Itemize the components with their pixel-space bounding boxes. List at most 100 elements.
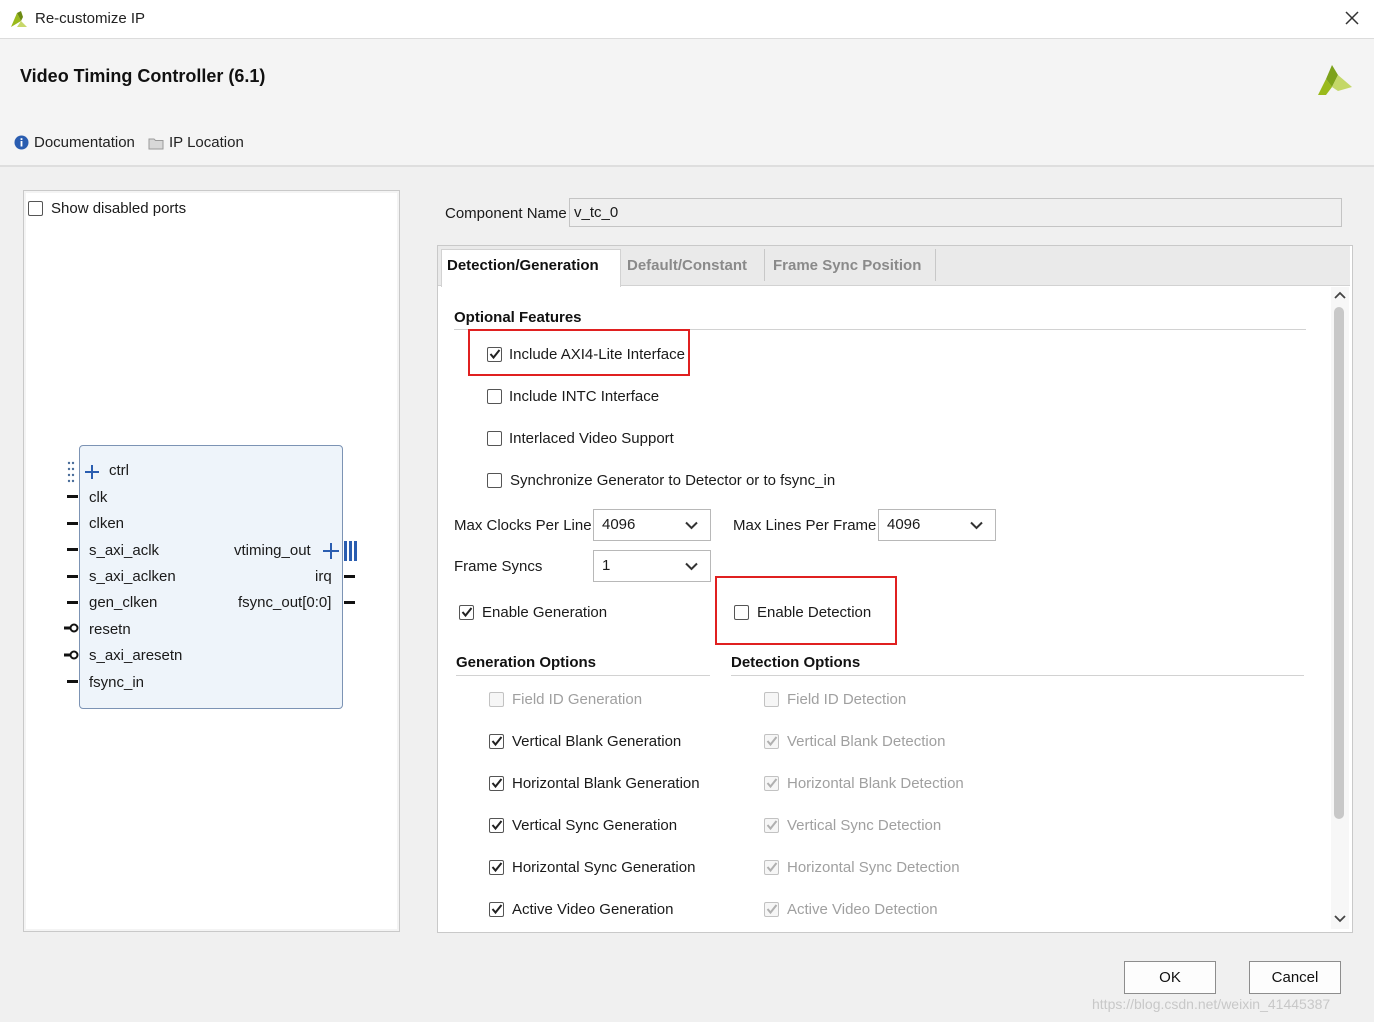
- tab-default-constant[interactable]: Default/Constant: [627, 257, 747, 274]
- synchronize-generator-label: Synchronize Generator to Detector or to …: [510, 472, 836, 489]
- horizontal-sync-generation-checkbox[interactable]: [489, 860, 504, 875]
- watermark-text: https://blog.csdn.net/weixin_41445387: [1092, 996, 1331, 1012]
- ip-name: Video Timing Controller (6.1): [20, 66, 266, 86]
- checkmark-icon: [491, 862, 503, 873]
- vertical-sync-generation-checkbox[interactable]: [489, 818, 504, 833]
- show-disabled-ports-label: Show disabled ports: [51, 200, 187, 217]
- vertical-blank-detection-checkbox[interactable]: [764, 734, 779, 749]
- vertical-sync-detection-label: Vertical Sync Detection: [787, 817, 942, 834]
- chevron-down-icon: [970, 521, 983, 530]
- max-clocks-select[interactable]: 4096: [593, 509, 711, 541]
- frame-syncs-label: Frame Syncs: [454, 558, 543, 575]
- xilinx-logo-icon: [1318, 65, 1352, 95]
- checkmark-icon: [491, 820, 503, 831]
- horizontal-sync-detection-checkbox[interactable]: [764, 860, 779, 875]
- checkmark-icon: [766, 736, 778, 747]
- horizontal-blank-detection-checkbox[interactable]: [764, 776, 779, 791]
- interlaced-video-label: Interlaced Video Support: [509, 430, 674, 447]
- pin-fsync-out: [344, 601, 355, 604]
- port-vtiming-out: vtiming_out: [234, 542, 311, 559]
- active-video-generation-label: Active Video Generation: [512, 901, 674, 918]
- pin-gen-clken: [67, 601, 78, 604]
- active-low-pin-icon: [64, 650, 79, 660]
- vivado-logo-icon: [11, 11, 27, 27]
- enable-generation-label: Enable Generation: [482, 604, 608, 621]
- frame-syncs-select[interactable]: 1: [593, 550, 711, 582]
- tab-divider: [764, 249, 765, 281]
- port-s-axi-aclk: s_axi_aclk: [89, 542, 160, 559]
- field-id-generation-checkbox[interactable]: [489, 692, 504, 707]
- horizontal-blank-detection-label: Horizontal Blank Detection: [787, 775, 964, 792]
- frame-syncs-value: 1: [602, 557, 611, 574]
- window-title: Re-customize IP: [35, 10, 146, 27]
- interface-dots-icon: [67, 461, 75, 483]
- field-id-detection-checkbox[interactable]: [764, 692, 779, 707]
- section-divider: [456, 675, 710, 676]
- port-s-axi-aresetn: s_axi_aresetn: [89, 647, 183, 664]
- checkmark-icon: [491, 904, 503, 915]
- bus-interface-icon[interactable]: [322, 541, 358, 561]
- show-disabled-ports-checkbox[interactable]: [28, 201, 43, 216]
- port-fsync-in: fsync_in: [89, 674, 145, 691]
- pin-irq: [344, 575, 355, 578]
- port-fsync-out: fsync_out[0:0]: [238, 594, 332, 611]
- field-id-detection-label: Field ID Detection: [787, 691, 907, 708]
- checkmark-icon: [766, 778, 778, 789]
- enable-generation-checkbox[interactable]: [459, 605, 474, 620]
- port-resetn: resetn: [89, 621, 131, 638]
- field-id-generation-label: Field ID Generation: [512, 691, 643, 708]
- optional-features-title: Optional Features: [454, 309, 582, 326]
- folder-icon: [148, 138, 164, 150]
- pin-s-axi-aclk: [67, 548, 78, 551]
- chevron-down-icon: [685, 521, 698, 530]
- include-axi4-lite-checkbox[interactable]: [487, 347, 502, 362]
- ip-header: Video Timing Controller (6.1) Documentat…: [0, 39, 1374, 167]
- synchronize-generator-checkbox[interactable]: [487, 473, 502, 488]
- title-bar: Re-customize IP: [0, 0, 1374, 39]
- port-s-axi-aclken: s_axi_aclken: [89, 568, 176, 585]
- pin-clken: [67, 522, 78, 525]
- cancel-button[interactable]: Cancel: [1249, 961, 1341, 994]
- documentation-label: Documentation: [34, 134, 135, 151]
- vertical-sync-detection-checkbox[interactable]: [764, 818, 779, 833]
- section-divider: [731, 675, 1304, 676]
- detection-options-title: Detection Options: [731, 654, 861, 671]
- max-clocks-value: 4096: [602, 516, 636, 533]
- tab-divider: [935, 249, 936, 281]
- checkmark-icon: [766, 904, 778, 915]
- max-lines-value: 4096: [887, 516, 921, 533]
- enable-detection-checkbox[interactable]: [734, 605, 749, 620]
- scroll-up-icon[interactable]: [1333, 290, 1347, 300]
- pin-s-axi-aclken: [67, 575, 78, 578]
- scroll-down-icon[interactable]: [1333, 914, 1347, 924]
- ip-location-label: IP Location: [169, 134, 244, 151]
- tab-frame-sync-position[interactable]: Frame Sync Position: [773, 257, 921, 274]
- port-gen-clken: gen_clken: [89, 594, 158, 611]
- ok-button[interactable]: OK: [1124, 961, 1216, 994]
- vertical-blank-generation-label: Vertical Blank Generation: [512, 733, 682, 750]
- vertical-blank-detection-label: Vertical Blank Detection: [787, 733, 946, 750]
- scrollbar-thumb[interactable]: [1334, 307, 1344, 819]
- port-ctrl: ctrl: [109, 462, 129, 479]
- include-intc-checkbox[interactable]: [487, 389, 502, 404]
- pin-clk: [67, 495, 78, 498]
- checkmark-icon: [491, 778, 503, 789]
- max-lines-label: Max Lines Per Frame: [733, 517, 877, 534]
- tab-detection-generation[interactable]: Detection/Generation: [447, 257, 599, 274]
- checkmark-icon: [766, 862, 778, 873]
- pin-fsync-in: [67, 680, 78, 683]
- enable-detection-label: Enable Detection: [757, 604, 872, 621]
- max-lines-select[interactable]: 4096: [878, 509, 996, 541]
- close-icon[interactable]: [1340, 6, 1364, 30]
- active-video-detection-checkbox[interactable]: [764, 902, 779, 917]
- interlaced-video-checkbox[interactable]: [487, 431, 502, 446]
- horizontal-blank-generation-label: Horizontal Blank Generation: [512, 775, 700, 792]
- component-name-label: Component Name: [445, 205, 567, 222]
- vertical-blank-generation-checkbox[interactable]: [489, 734, 504, 749]
- info-icon: [14, 135, 29, 150]
- component-name-input[interactable]: v_tc_0: [569, 198, 1342, 227]
- active-video-generation-checkbox[interactable]: [489, 902, 504, 917]
- checkmark-icon: [766, 820, 778, 831]
- expand-plus-icon[interactable]: [84, 464, 100, 480]
- horizontal-blank-generation-checkbox[interactable]: [489, 776, 504, 791]
